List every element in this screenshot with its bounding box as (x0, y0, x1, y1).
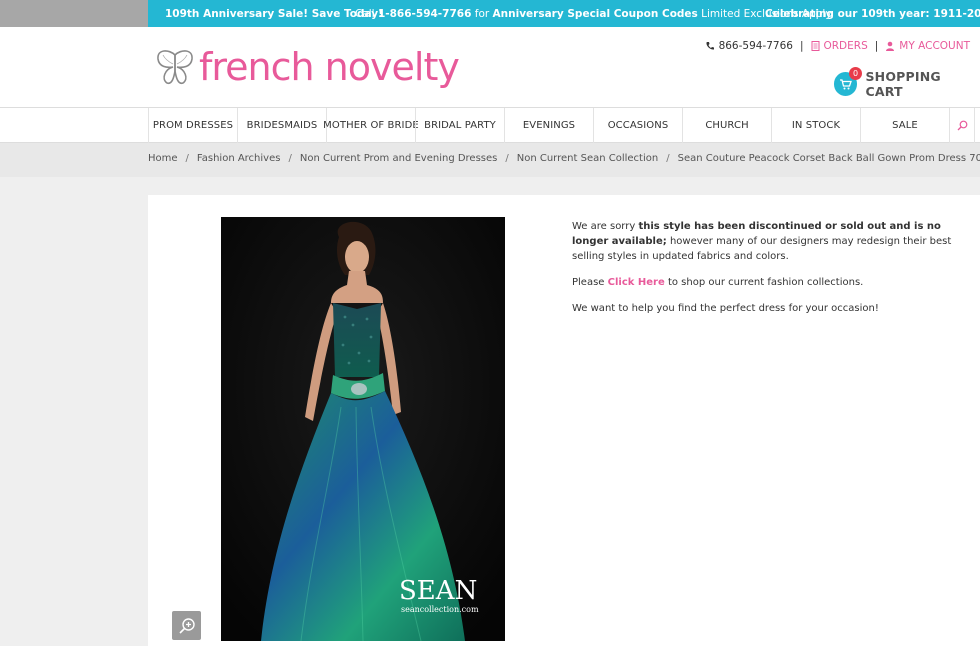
orders-link[interactable]: ORDERS (824, 40, 868, 52)
promo-call[interactable]: Call 1-866-594-7766 for Anniversary Spec… (355, 8, 832, 20)
info-paragraph-1: We are sorry this style has been discont… (572, 221, 952, 262)
nav-item-bridesmaids[interactable]: BRIDESMAIDS (237, 108, 326, 143)
breadcrumb-sep: / (185, 153, 189, 164)
logo-text: french novelty (199, 45, 460, 89)
header-top-links: 866-594-7766 | ORDERS | MY ACCOUNT (705, 40, 970, 52)
dress-illustration: SEAN seancollection.com (221, 217, 505, 641)
breadcrumb-sep: / (505, 153, 509, 164)
brand-mark: SEAN (399, 576, 477, 606)
click-here-link[interactable]: Click Here (608, 277, 665, 288)
nav-item-church[interactable]: CHURCH (682, 108, 771, 143)
breadcrumb-non-current-sean[interactable]: Non Current Sean Collection (517, 153, 658, 164)
promo-sale[interactable]: 109th Anniversary Sale! Save Today! (165, 8, 383, 20)
phone-icon (706, 42, 714, 50)
info-paragraph-3: We want to help you find the perfect dre… (572, 303, 879, 314)
breadcrumb-sep: / (666, 153, 670, 164)
nav-item-occasions[interactable]: OCCASIONS (593, 108, 682, 143)
nav-item-prom-dresses[interactable]: PROM DRESSES (148, 108, 237, 143)
search-icon (957, 120, 967, 131)
my-account-link[interactable]: MY ACCOUNT (899, 40, 970, 52)
header-sep: | (799, 40, 804, 52)
nav-item-bridal-party[interactable]: BRIDAL PARTY (415, 108, 504, 143)
cart-icon: 0 (834, 67, 862, 96)
main-nav: PROM DRESSES BRIDESMAIDS MOTHER OF BRIDE… (0, 108, 980, 143)
breadcrumb-current-page: Sean Couture Peacock Corset Back Ball Go… (677, 153, 980, 164)
account-icon (886, 41, 895, 51)
header-phone[interactable]: 866-594-7766 (719, 40, 793, 52)
orders-icon (811, 41, 819, 51)
info-paragraph-2: Please Click Here to shop our current fa… (572, 277, 864, 288)
header-sep: | (874, 40, 879, 52)
breadcrumb-fashion-archives[interactable]: Fashion Archives (197, 153, 281, 164)
nav-item-mother-of-bride[interactable]: MOTHER OF BRIDE (323, 108, 419, 143)
cart-label: SHOPPING CART (865, 69, 941, 99)
cart-count-badge: 0 (849, 67, 862, 80)
zoom-in-icon (178, 617, 195, 634)
breadcrumb-home[interactable]: Home (148, 153, 178, 164)
promo-celebrating: Celebrating our 109th year: 1911-2020 (765, 7, 980, 20)
product-main: SEAN seancollection.com We are sorry thi… (148, 195, 980, 646)
nav-item-in-stock[interactable]: IN STOCK (771, 108, 860, 143)
promo-bar: 109th Anniversary Sale! Save Today! Call… (148, 0, 980, 27)
site-header: french novelty 866-594-7766 | ORDERS | M… (0, 27, 980, 108)
breadcrumb-non-current-prom[interactable]: Non Current Prom and Evening Dresses (300, 153, 498, 164)
shopping-cart[interactable]: 0 SHOPPING CART (834, 67, 980, 99)
breadcrumb-sep: / (288, 153, 292, 164)
breadcrumb: Home / Fashion Archives / Non Current Pr… (0, 143, 980, 177)
nav-item-evenings[interactable]: EVENINGS (504, 108, 593, 143)
nav-item-sale[interactable]: SALE (860, 108, 949, 143)
product-photo[interactable]: SEAN seancollection.com (221, 217, 505, 641)
zoom-button[interactable] (172, 611, 201, 640)
discontinued-info: We are sorry this style has been discont… (572, 219, 952, 327)
site-logo[interactable]: french novelty (155, 42, 460, 92)
nav-search-button[interactable] (949, 108, 975, 143)
promo-bar-left (0, 0, 148, 27)
brand-url: seancollection.com (401, 605, 479, 614)
butterfly-logo-icon (157, 50, 193, 85)
